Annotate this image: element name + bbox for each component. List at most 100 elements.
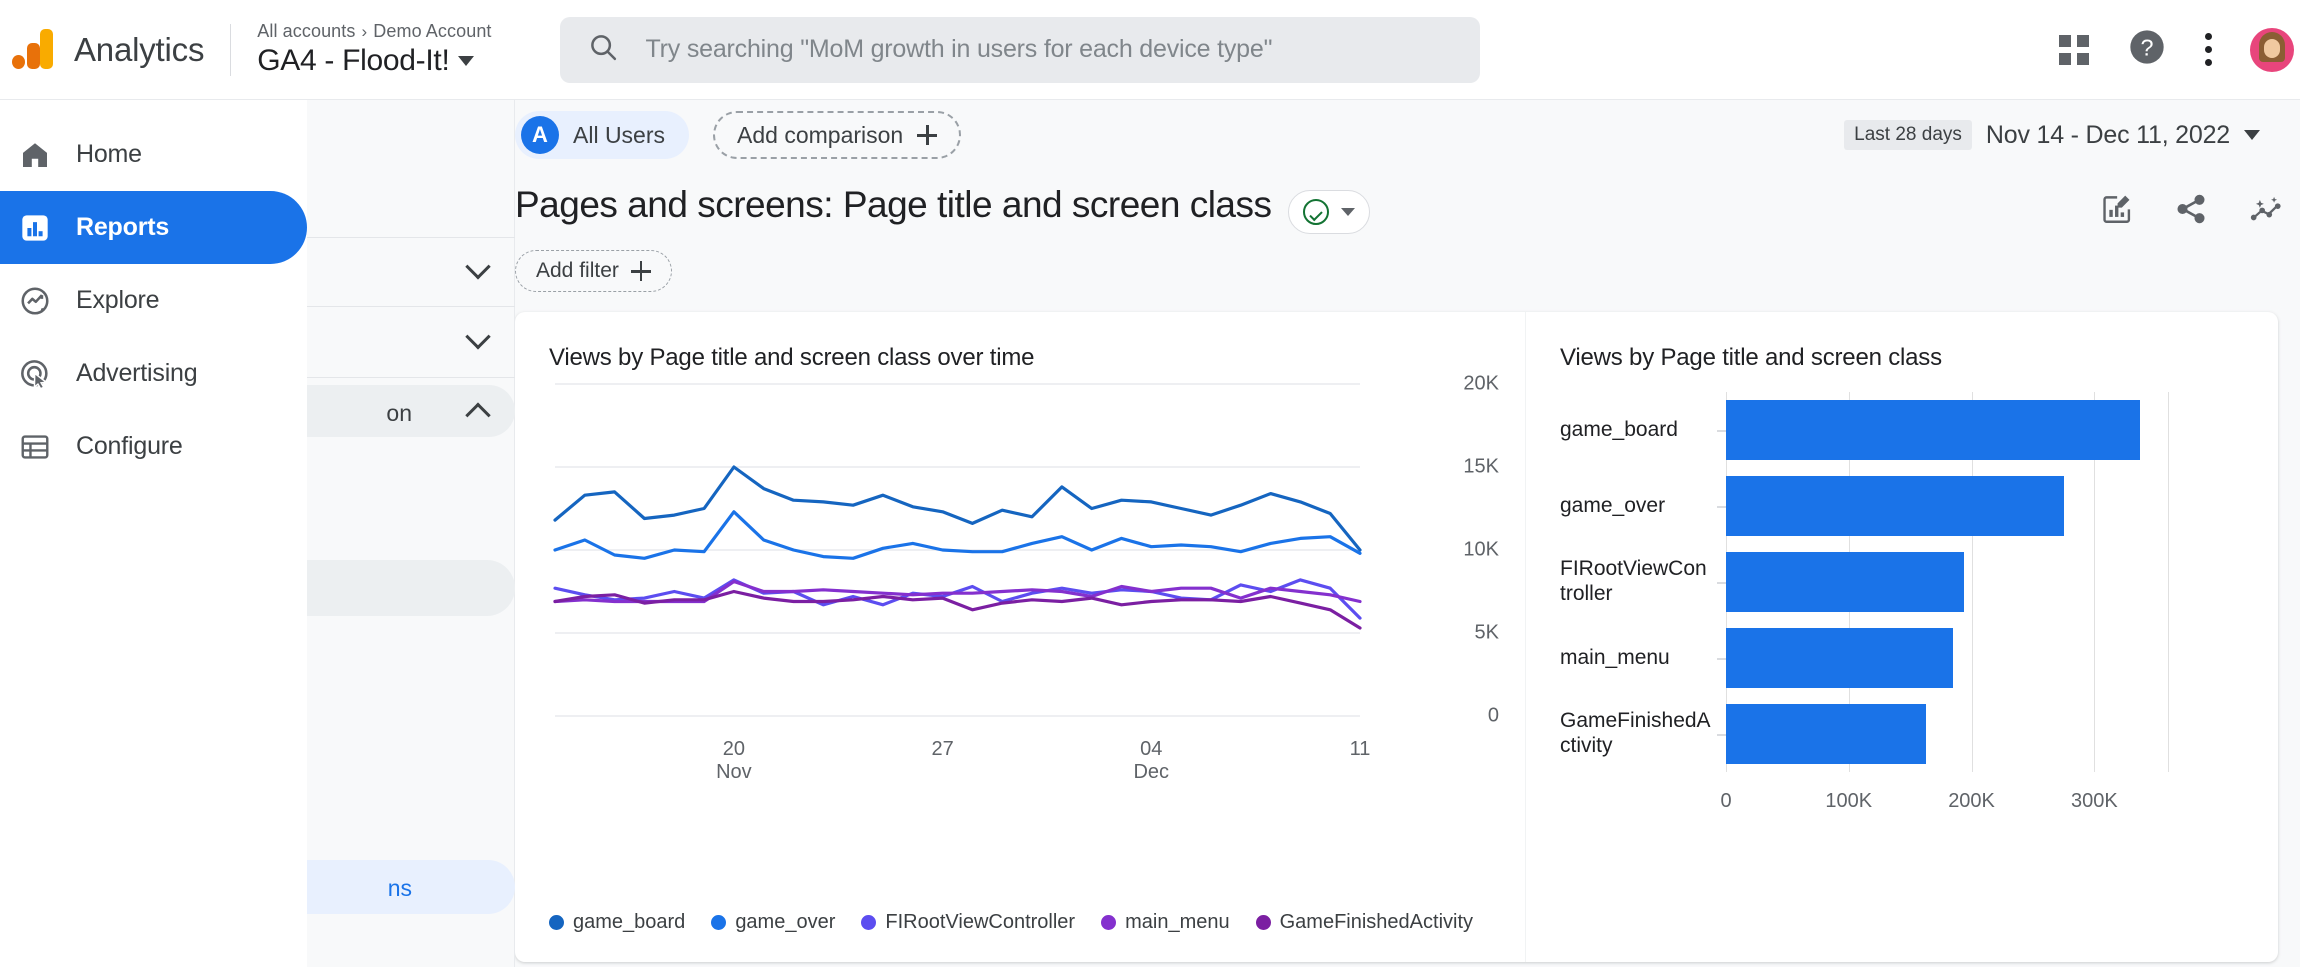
report-title-row: Pages and screens: Page title and screen… xyxy=(515,170,2300,292)
search-bar[interactable] xyxy=(559,16,1480,83)
legend-label: game_over xyxy=(735,911,836,933)
x-axis-gridline xyxy=(2168,392,2169,772)
bar-category-label[interactable]: game_board xyxy=(1560,418,1720,443)
x-axis-tick: 200K xyxy=(1948,790,1995,812)
report-actions xyxy=(2100,184,2300,231)
advertising-target-icon xyxy=(8,358,62,390)
breadcrumb-all-accounts[interactable]: All accounts xyxy=(257,21,355,42)
account-selector[interactable]: All accounts › Demo Account GA4 - Flood-… xyxy=(257,21,491,78)
sidebar-item-advertising[interactable]: Advertising xyxy=(0,337,307,410)
line-chart-legend: game_board game_over FIRootViewController m… xyxy=(549,911,1473,934)
sidebar-item-reports[interactable]: Reports xyxy=(0,191,307,264)
sidebar-item-label: Explore xyxy=(76,286,160,314)
search-icon xyxy=(588,32,618,67)
bar-category-label[interactable]: main_menu xyxy=(1560,646,1720,671)
bar[interactable] xyxy=(1726,399,2140,461)
subnav-divider xyxy=(307,306,515,307)
legend-item[interactable]: game_over xyxy=(711,911,835,934)
configure-table-icon xyxy=(8,431,62,463)
reports-bar-chart-icon xyxy=(8,212,62,244)
legend-label: main_menu xyxy=(1125,911,1230,933)
edit-comparison-icon[interactable] xyxy=(2100,192,2134,231)
legend-color-dot xyxy=(549,915,564,930)
segment-chip-all-users[interactable]: A All Users xyxy=(515,111,690,159)
legend-color-dot xyxy=(711,915,727,930)
legend-item[interactable]: GameFinishedActivity xyxy=(1255,911,1474,934)
legend-item[interactable]: FIRootViewController xyxy=(861,911,1075,934)
line-chart-panel: Views by Page title and screen class ove… xyxy=(515,312,1525,962)
date-preset-chip: Last 28 days xyxy=(1844,120,1972,150)
check-circle-icon xyxy=(1302,199,1329,225)
y-axis-tick: 15K xyxy=(1463,455,1499,478)
sidebar-item-label: Reports xyxy=(76,213,170,241)
y-axis-tick: 5K xyxy=(1474,621,1499,644)
bar-category-label[interactable]: game_over xyxy=(1560,494,1720,519)
legend-label: FIRootViewController xyxy=(885,911,1076,933)
date-range-selector[interactable]: Last 28 days Nov 14 - Dec 11, 2022 xyxy=(1844,120,2260,150)
report-status-badge[interactable] xyxy=(1287,190,1370,234)
help-icon[interactable]: ? xyxy=(2127,27,2167,72)
x-axis-tick: 27 xyxy=(931,738,954,760)
chevron-down-icon[interactable] xyxy=(2244,130,2260,140)
divider xyxy=(230,23,232,76)
apps-grid-icon[interactable] xyxy=(2059,34,2089,65)
bar[interactable] xyxy=(1726,627,1954,689)
bar[interactable] xyxy=(1726,475,2064,537)
brand-title: Analytics xyxy=(74,30,205,68)
add-comparison-button[interactable]: Add comparison xyxy=(713,111,962,159)
x-axis-tick: 0 xyxy=(1720,790,1732,812)
add-filter-button[interactable]: Add filter xyxy=(515,250,672,292)
legend-label: GameFinishedActivity xyxy=(1279,911,1474,933)
sidebar-item-home[interactable]: Home xyxy=(0,118,307,191)
plus-icon xyxy=(630,261,651,281)
sidebar-item-label: Advertising xyxy=(76,359,198,387)
y-axis-tick: 20K xyxy=(1463,372,1499,395)
x-axis-tick: 100K xyxy=(1825,790,1873,812)
share-icon[interactable] xyxy=(2174,192,2208,231)
legend-color-dot xyxy=(1101,915,1117,930)
property-name[interactable]: GA4 - Flood-It! xyxy=(257,44,491,78)
breadcrumb: All accounts › Demo Account xyxy=(257,21,491,42)
top-bar: Analytics All accounts › Demo Account GA… xyxy=(0,0,2300,100)
line-chart[interactable]: 0 5K 10K 15K 20K 20 Nov 27 04 Dec 11 xyxy=(515,372,1525,794)
search-input[interactable] xyxy=(645,35,1452,64)
sidebar-item-explore[interactable]: Explore xyxy=(0,264,307,337)
property-name-label: GA4 - Flood-It! xyxy=(257,44,450,77)
x-axis-tick: 11 xyxy=(1349,738,1371,760)
bar-chart[interactable]: game_board game_over FIRootViewCon troller m… xyxy=(1526,374,2278,854)
date-range-label: Nov 14 - Dec 11, 2022 xyxy=(1985,120,2230,149)
page-title: Pages and screens: Page title and screen… xyxy=(515,184,1272,225)
caret-down-icon[interactable] xyxy=(1340,208,1355,216)
bar-category-label[interactable]: GameFinishedA ctivity xyxy=(1560,709,1720,759)
bar-chart-panel: Views by Page title and screen class gam… xyxy=(1525,312,2278,962)
sidebar-item-configure[interactable]: Configure xyxy=(0,410,307,483)
plus-icon xyxy=(917,125,938,145)
add-comparison-label: Add comparison xyxy=(737,121,904,148)
legend-item[interactable]: game_board xyxy=(549,911,685,934)
chevron-down-icon[interactable] xyxy=(458,56,475,66)
add-filter-label: Add filter xyxy=(536,259,619,282)
line-chart-title: Views by Page title and screen class ove… xyxy=(549,344,1035,371)
analytics-app: Analytics All accounts › Demo Account GA… xyxy=(0,0,2300,967)
reports-subnav-panel: on ns xyxy=(207,100,515,967)
sidebar-item-label: Configure xyxy=(76,432,183,460)
chevron-up-icon[interactable] xyxy=(465,402,491,428)
bar[interactable] xyxy=(1726,703,1927,765)
x-axis-tick: 20 Nov xyxy=(716,738,752,783)
bar-chart-title: Views by Page title and screen class xyxy=(1560,344,1942,371)
chevron-down-icon[interactable] xyxy=(465,254,491,280)
insights-icon[interactable] xyxy=(2248,192,2282,231)
legend-item[interactable]: main_menu xyxy=(1101,911,1230,934)
bar[interactable] xyxy=(1726,551,1965,613)
segment-badge: A xyxy=(521,116,559,154)
main-content: A All Users Add comparison Last 28 days … xyxy=(515,100,2300,967)
breadcrumb-account[interactable]: Demo Account xyxy=(373,21,491,42)
sidebar-item-label: Home xyxy=(76,140,142,168)
more-vertical-icon[interactable] xyxy=(2205,33,2212,66)
chevron-down-icon[interactable] xyxy=(465,324,491,350)
analytics-logo-icon xyxy=(10,27,56,73)
bar-category-label[interactable]: FIRootViewCon troller xyxy=(1560,557,1720,607)
svg-text:?: ? xyxy=(2141,34,2154,60)
y-axis-tick: 10K xyxy=(1463,538,1499,561)
user-avatar[interactable] xyxy=(2250,27,2294,72)
